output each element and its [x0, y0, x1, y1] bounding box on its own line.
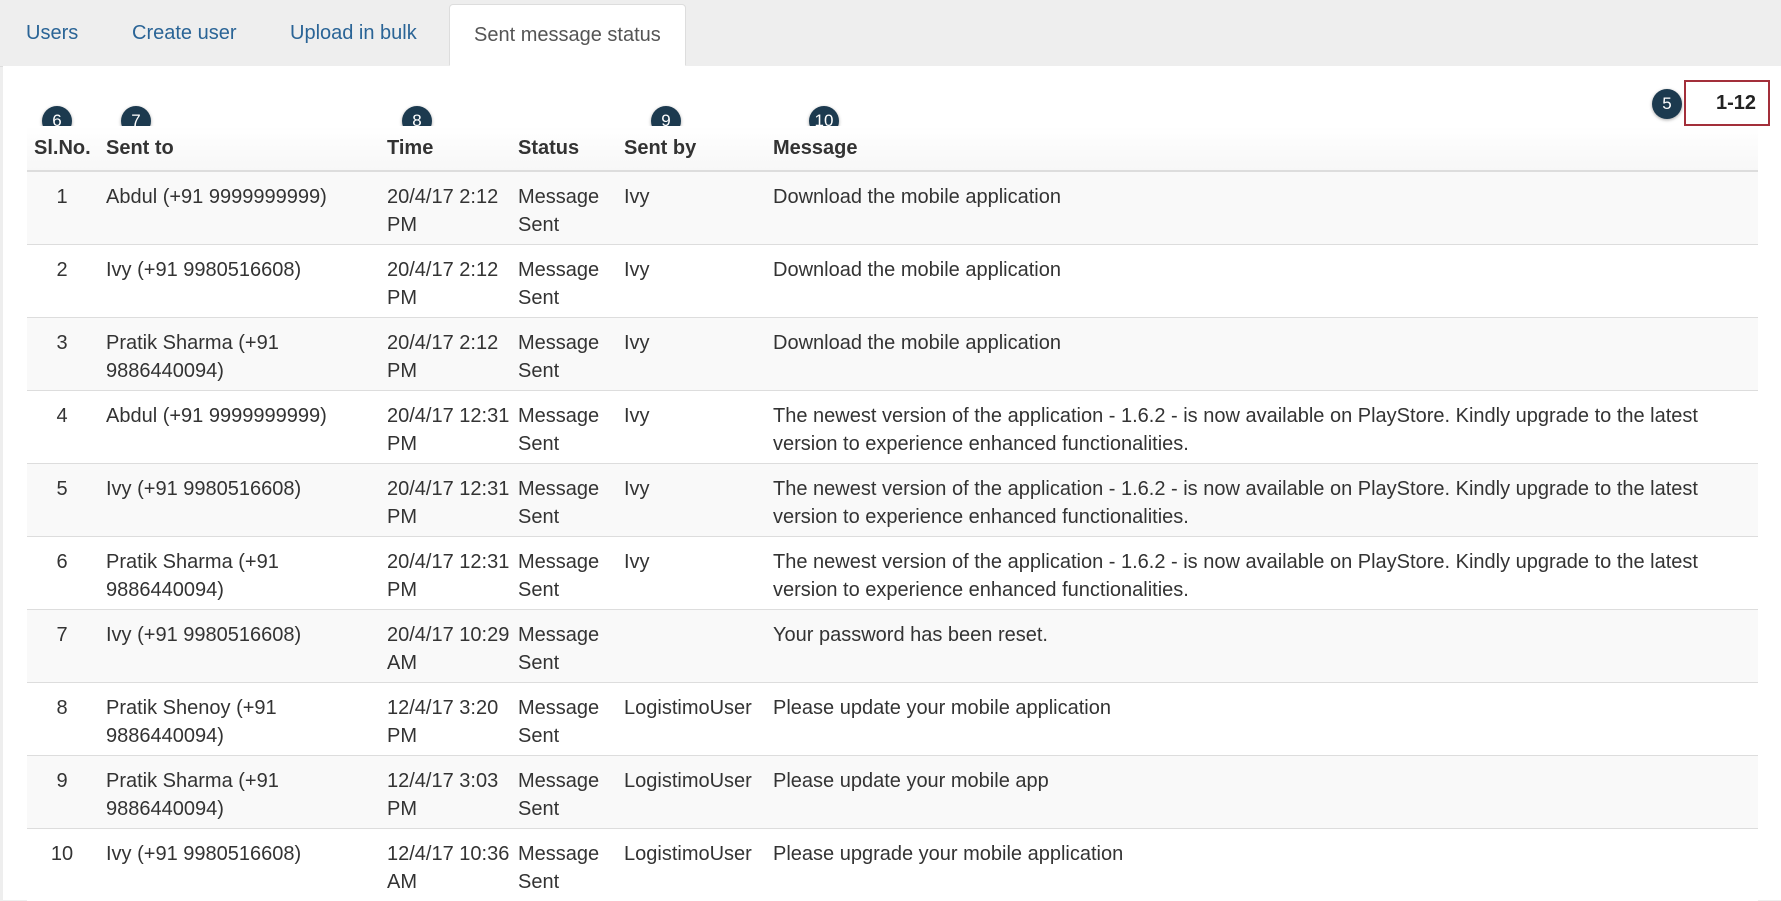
cell-status: Message Sent — [518, 681, 624, 755]
cell-time: 12/4/17 10:36 AM — [387, 827, 518, 901]
cell-sent-to: Ivy (+91 9980516608) — [97, 243, 387, 317]
column-header-slno[interactable]: Sl.No. — [27, 126, 97, 172]
tab-users[interactable]: Users — [26, 0, 78, 66]
cell-slno: 1 — [27, 170, 97, 244]
cell-message: Please upgrade your mobile application — [773, 827, 1758, 901]
cell-status: Message Sent — [518, 827, 624, 901]
cell-message: Download the mobile application — [773, 243, 1758, 317]
cell-time: 12/4/17 3:20 PM — [387, 681, 518, 755]
cell-sent-to: Ivy (+91 9980516608) — [97, 462, 387, 536]
pagination-range: 1-12 — [1684, 80, 1770, 126]
cell-sent-by: LogistimoUser — [624, 754, 773, 828]
cell-slno: 5 — [27, 462, 97, 536]
column-header-sent-by[interactable]: Sent by — [624, 126, 773, 172]
column-header-status[interactable]: Status — [518, 126, 624, 172]
cell-sent-by: Ivy — [624, 243, 773, 317]
table-row[interactable]: 5 Ivy (+91 9980516608) 20/4/17 12:31 PM … — [27, 462, 1758, 536]
table-row[interactable]: 4 Abdul (+91 9999999999) 20/4/17 12:31 P… — [27, 389, 1758, 463]
cell-slno: 8 — [27, 681, 97, 755]
cell-message: Download the mobile application — [773, 316, 1758, 390]
cell-sent-to: Pratik Shenoy (+91 9886440094) — [97, 681, 387, 755]
cell-sent-to: Ivy (+91 9980516608) — [97, 608, 387, 682]
tab-bar: Users Create user Upload in bulk Sent me… — [0, 0, 1781, 67]
column-header-sent-to[interactable]: Sent to — [97, 126, 387, 172]
tab-sent-message-status[interactable]: Sent message status — [449, 4, 686, 66]
cell-message: Please update your mobile application — [773, 681, 1758, 755]
cell-status: Message Sent — [518, 316, 624, 390]
cell-sent-to: Pratik Sharma (+91 9886440094) — [97, 754, 387, 828]
cell-sent-by: Ivy — [624, 170, 773, 244]
table-row[interactable]: 9 Pratik Sharma (+91 9886440094) 12/4/17… — [27, 754, 1758, 828]
cell-time: 20/4/17 10:29 AM — [387, 608, 518, 682]
cell-message: The newest version of the application - … — [773, 535, 1758, 609]
cell-slno: 7 — [27, 608, 97, 682]
cell-time: 20/4/17 2:12 PM — [387, 243, 518, 317]
cell-slno: 6 — [27, 535, 97, 609]
cell-time: 20/4/17 12:31 PM — [387, 535, 518, 609]
column-header-message[interactable]: Message — [773, 126, 1758, 172]
cell-message: Your password has been reset. — [773, 608, 1758, 682]
cell-sent-by: LogistimoUser — [624, 827, 773, 901]
column-header-time[interactable]: Time — [387, 126, 518, 172]
cell-sent-to: Pratik Sharma (+91 9886440094) — [97, 535, 387, 609]
cell-slno: 2 — [27, 243, 97, 317]
table-row[interactable]: 2 Ivy (+91 9980516608) 20/4/17 2:12 PM M… — [27, 243, 1758, 317]
table-row[interactable]: 1 Abdul (+91 9999999999) 20/4/17 2:12 PM… — [27, 170, 1758, 244]
cell-sent-by — [624, 608, 773, 682]
table-row[interactable]: 8 Pratik Shenoy (+91 9886440094) 12/4/17… — [27, 681, 1758, 755]
cell-message: The newest version of the application - … — [773, 389, 1758, 463]
cell-message: Please update your mobile app — [773, 754, 1758, 828]
tab-create-user[interactable]: Create user — [132, 0, 237, 66]
cell-time: 20/4/17 12:31 PM — [387, 389, 518, 463]
cell-time: 20/4/17 2:12 PM — [387, 316, 518, 390]
cell-status: Message Sent — [518, 243, 624, 317]
cell-status: Message Sent — [518, 535, 624, 609]
callout-badge-pager: 5 — [1652, 89, 1682, 119]
cell-slno: 3 — [27, 316, 97, 390]
cell-status: Message Sent — [518, 462, 624, 536]
cell-message: The newest version of the application - … — [773, 462, 1758, 536]
sent-message-table: Sl.No. Sent to Time Status Sent by Messa… — [27, 126, 1758, 901]
cell-message: Download the mobile application — [773, 170, 1758, 244]
table-row[interactable]: 10 Ivy (+91 9980516608) 12/4/17 10:36 AM… — [27, 827, 1758, 901]
cell-sent-by: LogistimoUser — [624, 681, 773, 755]
cell-sent-by: Ivy — [624, 316, 773, 390]
cell-sent-to: Ivy (+91 9980516608) — [97, 827, 387, 901]
table-row[interactable]: 7 Ivy (+91 9980516608) 20/4/17 10:29 AM … — [27, 608, 1758, 682]
cell-sent-by: Ivy — [624, 462, 773, 536]
cell-slno: 10 — [27, 827, 97, 901]
cell-slno: 4 — [27, 389, 97, 463]
cell-time: 20/4/17 2:12 PM — [387, 170, 518, 244]
cell-status: Message Sent — [518, 608, 624, 682]
cell-sent-by: Ivy — [624, 389, 773, 463]
table-row[interactable]: 3 Pratik Sharma (+91 9886440094) 20/4/17… — [27, 316, 1758, 390]
cell-status: Message Sent — [518, 754, 624, 828]
cell-status: Message Sent — [518, 170, 624, 244]
cell-time: 20/4/17 12:31 PM — [387, 462, 518, 536]
cell-sent-to: Pratik Sharma (+91 9886440094) — [97, 316, 387, 390]
table-header-row: Sl.No. Sent to Time Status Sent by Messa… — [27, 126, 1758, 172]
cell-status: Message Sent — [518, 389, 624, 463]
cell-sent-to: Abdul (+91 9999999999) — [97, 170, 387, 244]
table-row[interactable]: 6 Pratik Sharma (+91 9886440094) 20/4/17… — [27, 535, 1758, 609]
tab-upload-in-bulk[interactable]: Upload in bulk — [290, 0, 417, 66]
cell-slno: 9 — [27, 754, 97, 828]
cell-sent-by: Ivy — [624, 535, 773, 609]
cell-time: 12/4/17 3:03 PM — [387, 754, 518, 828]
cell-sent-to: Abdul (+91 9999999999) — [97, 389, 387, 463]
